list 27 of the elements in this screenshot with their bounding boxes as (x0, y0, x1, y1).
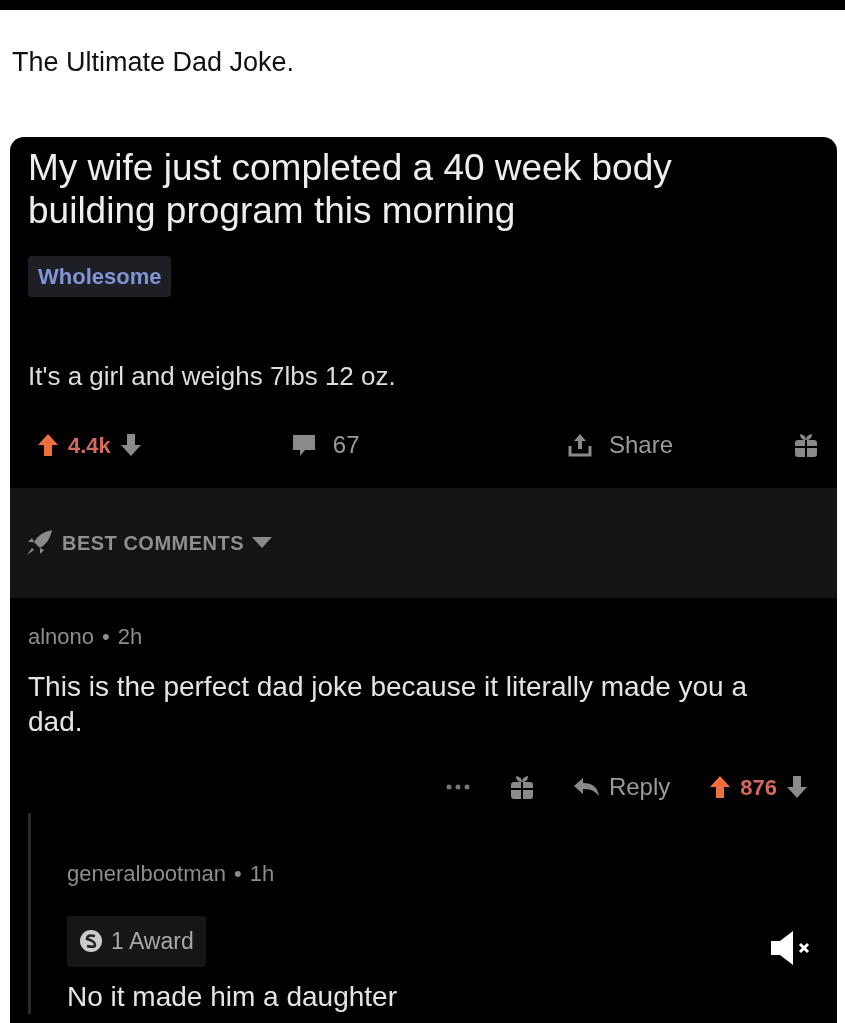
post-body: It's a girl and weighs 7lbs 12 oz. (28, 360, 397, 394)
comment-time: 1h (249, 860, 275, 889)
caret-icon (252, 537, 273, 550)
award-badge: 1 Award (67, 916, 206, 967)
more-icon[interactable] (444, 783, 471, 792)
comment-author: alnono (28, 623, 95, 652)
comment-author: generalbootman (67, 860, 226, 889)
separator-dot: • (234, 860, 242, 889)
comment-text: This is the perfect dad joke because it literally made you a dad. (28, 670, 749, 740)
comment-score: 876 (740, 773, 777, 802)
gift-icon[interactable] (508, 774, 535, 801)
post-caption: The Ultimate Dad Joke. (11, 46, 296, 79)
gift-icon[interactable] (793, 432, 819, 459)
post-title: My wife just completed a 40 week body building program this morning (27, 146, 673, 233)
separator-dot: • (102, 623, 110, 652)
post-score: 4.4k (68, 431, 111, 460)
sort-dropdown[interactable]: BEST COMMENTS (24, 528, 273, 559)
award-icon (79, 929, 103, 954)
comments-button[interactable]: 67 (290, 427, 360, 464)
upvote-icon[interactable] (36, 432, 60, 459)
share-icon (566, 432, 593, 459)
reply-button[interactable]: Reply (572, 769, 671, 806)
comment-time: 2h (117, 623, 143, 652)
flair-tag: Wholesome (28, 256, 172, 298)
share-button[interactable]: Share (566, 427, 673, 464)
comment-text: No it made him a daughter (67, 979, 398, 1014)
upvote-icon[interactable] (708, 774, 733, 801)
